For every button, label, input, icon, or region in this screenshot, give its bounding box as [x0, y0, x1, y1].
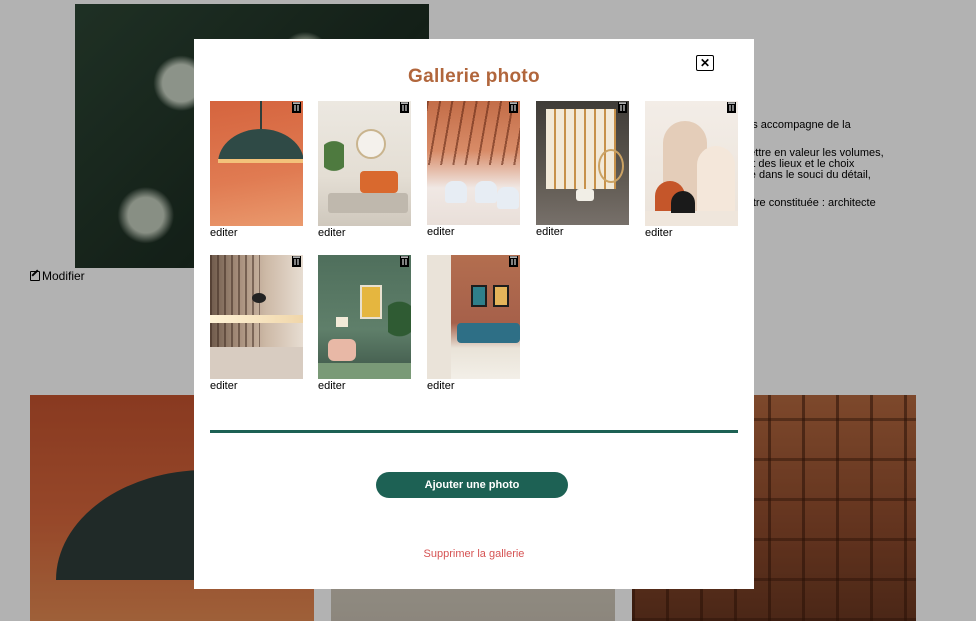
gallery-modal: ✕ Gallerie photo editer editer editer ed…	[194, 39, 754, 589]
trash-icon[interactable]	[400, 102, 409, 113]
trash-icon[interactable]	[400, 256, 409, 267]
edit-link[interactable]: editer	[427, 226, 520, 239]
edit-link[interactable]: editer	[427, 380, 520, 393]
edit-link[interactable]: editer	[210, 227, 303, 240]
photo-thumbnail	[210, 255, 303, 379]
add-photo-button[interactable]: Ajouter une photo	[376, 472, 568, 498]
trash-icon[interactable]	[292, 256, 301, 267]
trash-icon[interactable]	[727, 102, 736, 113]
edit-link[interactable]: editer	[536, 226, 629, 239]
edit-link[interactable]: editer	[318, 380, 411, 393]
photo-thumbnail	[427, 101, 520, 225]
photo-thumbnail	[318, 255, 411, 379]
trash-icon[interactable]	[509, 256, 518, 267]
trash-icon[interactable]	[618, 102, 627, 113]
photo-thumbnail	[645, 101, 738, 226]
divider	[210, 430, 738, 433]
photo-item: editer	[318, 101, 411, 240]
photo-item: editer	[536, 101, 629, 239]
photo-item: editer	[645, 101, 738, 240]
photo-item: editer	[427, 255, 520, 393]
photo-item: editer	[427, 101, 520, 239]
photo-thumbnail	[536, 101, 629, 225]
trash-icon[interactable]	[292, 102, 301, 113]
photo-thumbnail	[210, 101, 303, 226]
edit-link[interactable]: editer	[645, 227, 738, 240]
photo-thumbnail	[318, 101, 411, 226]
modal-title: Gallerie photo	[408, 66, 540, 87]
photo-item: editer	[210, 101, 303, 240]
trash-icon[interactable]	[509, 102, 518, 113]
photo-item: editer	[318, 255, 411, 393]
photo-item: editer	[210, 255, 303, 393]
edit-link[interactable]: editer	[210, 380, 303, 393]
edit-link[interactable]: editer	[318, 227, 411, 240]
delete-gallery-link[interactable]: Supprimer la gallerie	[194, 548, 754, 560]
photo-thumbnail	[427, 255, 520, 379]
